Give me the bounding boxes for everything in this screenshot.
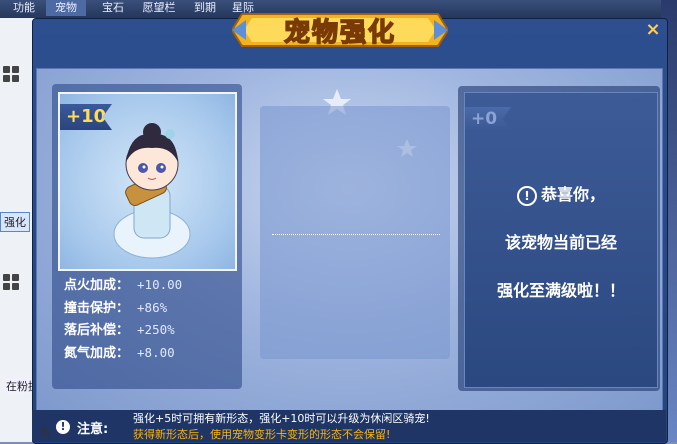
max-level-message-line1: ! 恭喜你， xyxy=(465,181,657,206)
tab-expiry[interactable]: 到期 xyxy=(188,0,222,16)
target-level-badge: +0 xyxy=(465,107,511,131)
info-icon: ! xyxy=(516,185,537,206)
stat-value: +86% xyxy=(137,299,168,315)
max-level-message-line3: 强化至满级啦！！ xyxy=(496,281,625,300)
strengthen-side-button[interactable]: 强化 xyxy=(0,212,30,232)
pet-portrait: +10 xyxy=(58,92,237,271)
stat-row: 点火加成： +10.00 xyxy=(64,274,234,297)
tab-pets[interactable]: 宠物 xyxy=(46,0,86,16)
close-button[interactable]: × xyxy=(643,20,663,40)
max-level-message-line2: 该宠物当前已经 xyxy=(504,233,617,252)
background-bottom-label: 数 xyxy=(40,426,51,439)
tab-wishlist[interactable]: 愿望栏 xyxy=(134,0,184,16)
stat-label: 点火加成： xyxy=(64,278,130,293)
stat-value: +8.00 xyxy=(137,344,175,360)
grid-icon[interactable] xyxy=(3,274,21,292)
tab-function[interactable]: 功能 xyxy=(4,0,44,16)
result-card: +0 ! 恭喜你， 该宠物当前已经 强化至满级啦！！ xyxy=(464,92,658,388)
divider xyxy=(272,234,440,235)
stat-label: 落后补偿： xyxy=(64,323,130,338)
material-slot-panel[interactable] xyxy=(260,106,450,359)
stat-label: 撞击保护： xyxy=(64,300,130,316)
stat-row: 撞击保护： +86% xyxy=(64,297,234,320)
pet-stats: 点火加成： +10.00 撞击保护： +86% 落后补偿： +250% 氮气加成： +8… xyxy=(64,274,234,364)
dialog-title: 宠物强化 xyxy=(283,17,396,49)
note-label: 注意: xyxy=(77,422,109,437)
info-icon: ! xyxy=(56,420,70,434)
stat-row: 氮气加成： +8.00 xyxy=(64,342,234,365)
note-text-line2: 获得新形态后，使用宠物变形卡变形的形态不会保留! xyxy=(133,428,391,441)
stat-label: 氮气加成： xyxy=(64,345,130,361)
congrats-text: 恭喜你， xyxy=(540,185,605,204)
note-text-line1: 强化+5时可拥有新形态，强化+10时可以升级为休闲区骑宠! xyxy=(133,412,430,425)
tab-gems[interactable]: 宝石 xyxy=(96,0,130,16)
grid-icon[interactable] xyxy=(3,66,21,84)
stat-value: +10.00 xyxy=(137,277,183,292)
stat-row: 落后补偿： +250% xyxy=(64,319,234,342)
stat-value: +250% xyxy=(137,322,175,337)
